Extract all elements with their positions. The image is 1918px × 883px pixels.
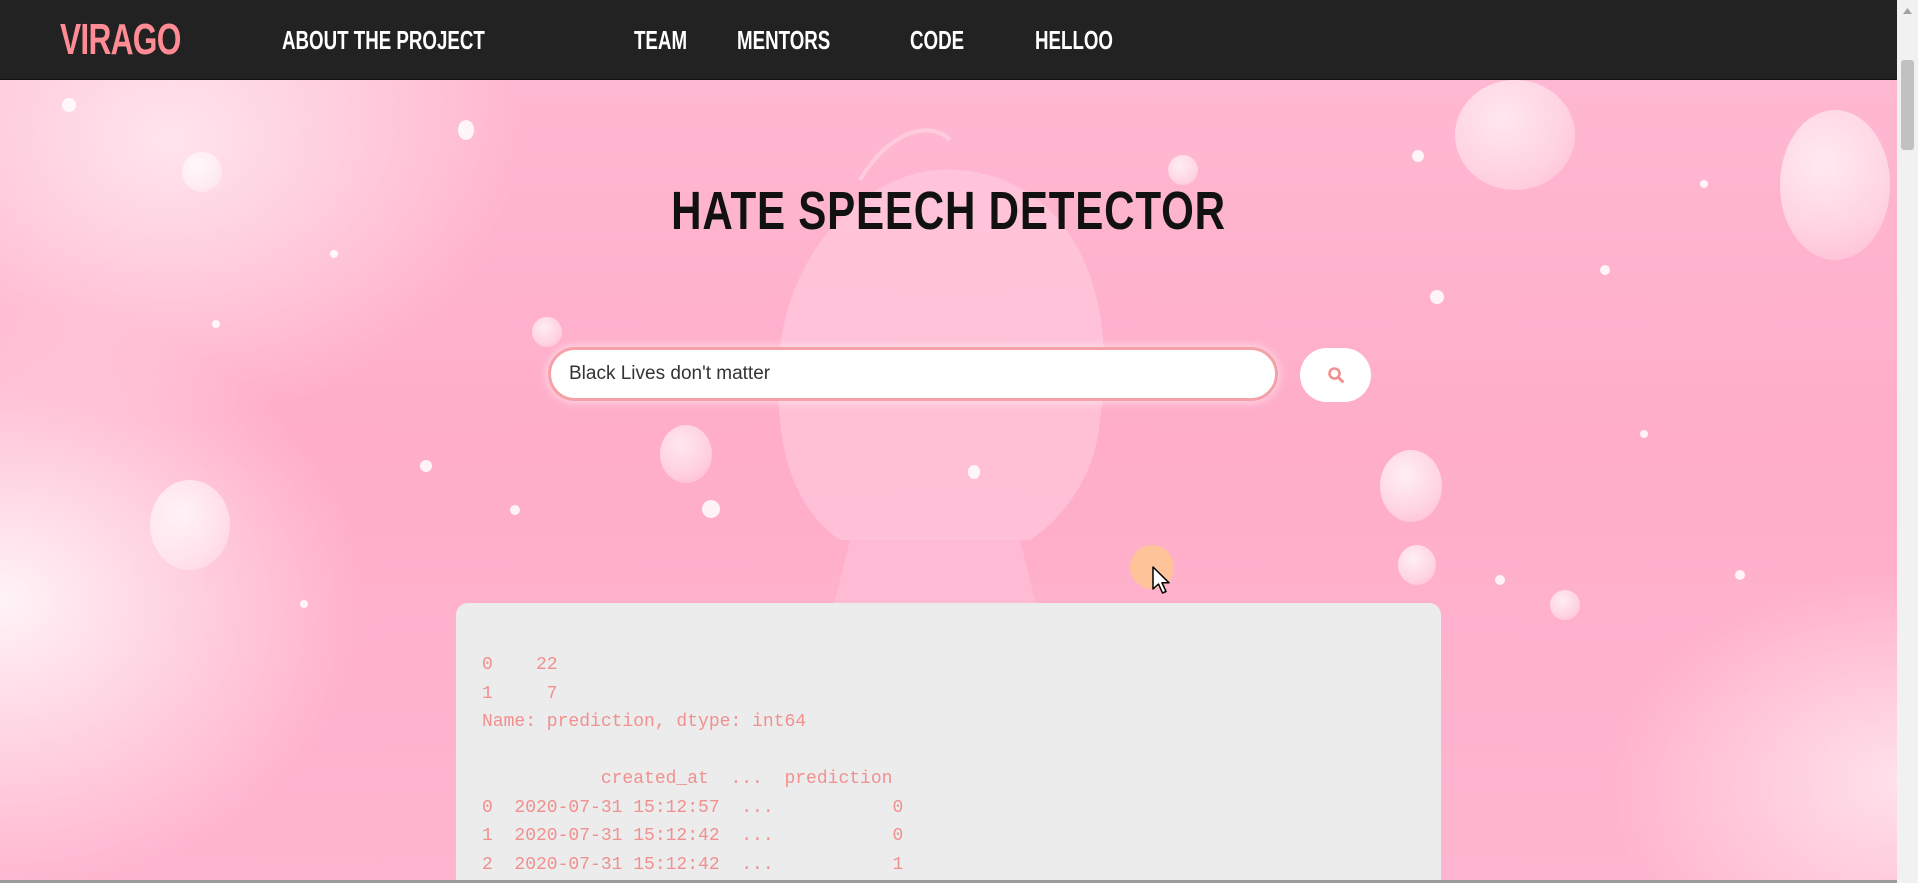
decor-dot (300, 600, 308, 608)
decor-dot (1700, 180, 1708, 188)
decor-dot (1412, 150, 1424, 162)
decor-dot (330, 250, 338, 258)
decor-bubble (1780, 110, 1890, 260)
top-navbar: VIRAGO ABOUT THE PROJECT TEAM MENTORS CO… (0, 0, 1897, 80)
mouse-cursor-icon (1152, 566, 1170, 594)
result-line: Name: prediction, dtype: int64 (482, 712, 807, 732)
hate-speech-input[interactable] (548, 347, 1278, 401)
decor-bubble (1550, 590, 1580, 620)
result-line: 0 22 (482, 655, 558, 675)
decor-dot (968, 465, 980, 479)
nav-link-code[interactable]: CODE (910, 25, 964, 56)
decor-bubble (1380, 450, 1442, 522)
decor-bubble (660, 425, 712, 483)
decor-dot (62, 98, 76, 112)
decor-dot (1495, 575, 1505, 585)
decor-dot (1600, 265, 1610, 275)
decor-bubble (150, 480, 230, 570)
result-line (482, 737, 1415, 766)
decor-dot (1430, 290, 1444, 304)
decor-bubble (1398, 545, 1436, 585)
decor-dot (1735, 570, 1745, 580)
brand-logo[interactable]: VIRAGO (60, 12, 181, 68)
decor-bubble (532, 317, 562, 347)
result-line: created_at ... prediction (482, 769, 893, 789)
decor-dot (212, 320, 220, 328)
page-title: HATE SPEECH DETECTOR (671, 181, 1226, 241)
nav-link-about[interactable]: ABOUT THE PROJECT (282, 25, 485, 56)
nav-links: ABOUT THE PROJECT TEAM MENTORS CODE HELL… (282, 0, 1143, 80)
result-line: 1 2020-07-31 15:12:42 ... 0 (482, 826, 904, 846)
nav-link-mentors[interactable]: MENTORS (737, 25, 830, 56)
scrollbar-thumb[interactable] (1901, 60, 1914, 150)
decor-dot (1640, 430, 1648, 438)
search-button[interactable] (1300, 348, 1371, 402)
nav-link-helloo[interactable]: HELLOO (1035, 25, 1113, 56)
decor-dot (510, 505, 520, 515)
decor-dot (458, 120, 474, 140)
result-line: 0 2020-07-31 15:12:57 ... 0 (482, 797, 904, 818)
decor-dot (420, 460, 432, 472)
nav-link-team[interactable]: TEAM (634, 25, 687, 56)
result-line: 1 7 (482, 683, 558, 704)
decor-dot (702, 500, 720, 518)
result-line: 2 2020-07-31 15:12:42 ... 1 (482, 854, 904, 875)
decor-bubble (1455, 80, 1575, 190)
scroll-up-arrow-icon[interactable] (1897, 0, 1918, 21)
prediction-results-panel: 0 22 1 7 Name: prediction, dtype: int64 … (456, 603, 1441, 883)
vertical-scrollbar[interactable] (1897, 0, 1918, 883)
search-icon (1327, 367, 1344, 383)
